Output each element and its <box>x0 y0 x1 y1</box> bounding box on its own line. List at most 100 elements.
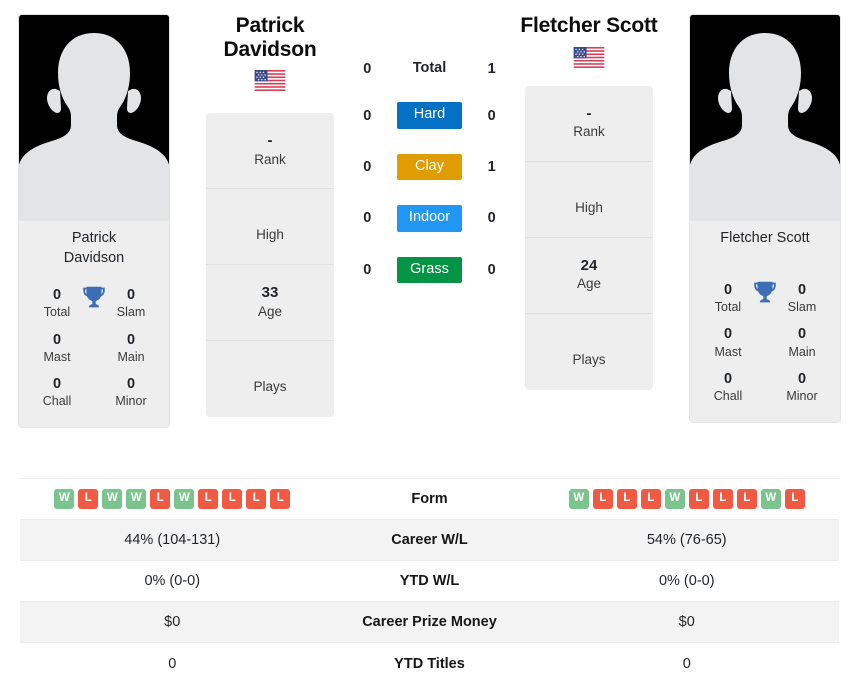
h2h-right-indoor: 0 <box>487 210 496 227</box>
titles-chall-value: 0 <box>52 375 62 392</box>
h2h-left-grass: 0 <box>363 261 372 278</box>
titles-minor-right: 0 Minor <box>776 370 828 404</box>
form-badge-win: W <box>760 489 781 509</box>
h2h-row-indoor: 0 Indoor 0 <box>354 205 506 232</box>
titles-mast-label: Mast <box>43 349 71 364</box>
titles-chall-left: 0 Chall <box>31 375 83 409</box>
titles-chall-label: Chall <box>713 388 743 403</box>
ytd-titles-right: 0 <box>682 655 691 672</box>
avatar-name-left-line2: Davidson <box>63 249 125 266</box>
titles-row: 0 Chall 0 Minor <box>690 366 840 410</box>
h2h-label-total: Total <box>412 60 447 76</box>
titles-chall-label: Chall <box>42 394 72 408</box>
form-badge-win: W <box>102 489 123 509</box>
ytd-wl-right: 0% (0-0) <box>658 573 715 589</box>
form-badge-loss: L <box>688 489 709 509</box>
form-strip-right: WLLLWLLLWL <box>568 489 805 509</box>
detail-rank-right: - Rank <box>525 86 653 162</box>
row-label-career-prize-money: Career Prize Money <box>362 614 497 630</box>
titles-main-label: Main <box>788 344 816 359</box>
table-row-form: WLWWLWLLLL Form WLLLWLLLWL <box>20 479 839 520</box>
h2h-left-total: 0 <box>363 60 372 77</box>
detail-rank-label: Rank <box>573 124 605 140</box>
titles-slam-value: 0 <box>797 282 807 298</box>
titles-total-label: Total <box>714 300 742 315</box>
titles-slam-right: 0 Slam <box>776 281 828 315</box>
titles-total-value: 0 <box>52 287 62 304</box>
titles-main-value: 0 <box>126 331 136 348</box>
avatar-name-right: Fletcher Scott <box>690 221 840 273</box>
h2h-row-hard: 0 Hard 0 <box>354 102 506 129</box>
detail-plays-right: Plays <box>525 314 653 390</box>
avatar-name-right-line1: Fletcher Scott <box>720 230 810 246</box>
h2h-row-grass: 0 Grass 0 <box>354 256 506 283</box>
titles-main-left: 0 Main <box>105 331 157 365</box>
titles-row: 0 Mast 0 Main <box>690 321 840 365</box>
player-comparison-page: Patrick Davidson 0 Total 0 Slam 0 Mast 0… <box>0 0 859 689</box>
form-badge-win: W <box>664 489 685 509</box>
h2h-label-grass: Grass <box>397 256 462 283</box>
detail-age-left: 33 Age <box>206 265 334 342</box>
titles-minor-value: 0 <box>126 375 136 392</box>
table-row-career-prize-money: $0 Career Prize Money $0 <box>20 602 839 643</box>
titles-main-label: Main <box>117 349 145 364</box>
detail-high-value <box>210 207 330 226</box>
form-badge-loss: L <box>592 489 613 509</box>
detail-rank-left: - Rank <box>206 113 334 190</box>
form-left: WLWWLWLLLL <box>20 489 325 509</box>
player-info-right: Fletcher Scott - Rank High 24 Age Plays <box>513 14 665 390</box>
detail-high-right: High <box>525 162 653 238</box>
comparison-table: WLWWLWLLLL Form WLLLWLLLWL 44% (104-131)… <box>20 478 839 684</box>
detail-age-right: 24 Age <box>525 238 653 314</box>
form-badge-win: W <box>174 489 195 509</box>
h2h-label-hard: Hard <box>397 102 462 129</box>
player-info-left: Patrick Davidson - Rank High 33 Age Play… <box>194 14 346 418</box>
titles-mast-right: 0 Mast <box>702 325 754 359</box>
h2h-left-clay: 0 <box>363 158 372 175</box>
h2h-label-indoor: Indoor <box>397 205 462 232</box>
player-card-left[interactable]: Patrick Davidson 0 Total 0 Slam 0 Mast 0… <box>18 14 170 429</box>
us-flag-icon <box>573 46 605 68</box>
player-details-left: - Rank High 33 Age Plays <box>206 113 334 418</box>
h2h-right-total: 1 <box>487 60 496 77</box>
avatar-name-left-line1: Patrick <box>71 230 117 246</box>
form-badge-loss: L <box>640 489 661 509</box>
form-badge-win: W <box>126 489 147 509</box>
titles-slam-left: 0 Slam <box>105 286 157 320</box>
row-label-career-wl: Career W/L <box>391 532 468 548</box>
h2h-right-clay: 1 <box>487 158 496 175</box>
detail-high-value <box>529 180 649 199</box>
titles-row: 0 Total 0 Slam <box>19 282 169 326</box>
form-badge-loss: L <box>270 489 291 509</box>
h2h-left-hard: 0 <box>363 107 372 124</box>
player-name-left-line1: Patrick <box>235 14 305 37</box>
titles-slam-label: Slam <box>787 300 817 315</box>
h2h-row-clay: 0 Clay 1 <box>354 153 506 181</box>
h2h-label-clay: Clay <box>397 153 462 181</box>
detail-age-value: 24 <box>580 256 598 274</box>
row-label-ytd-wl: YTD W/L <box>399 573 460 589</box>
titles-minor-label: Minor <box>786 388 818 403</box>
form-badge-loss: L <box>246 489 267 509</box>
detail-age-value: 33 <box>261 284 279 302</box>
titles-minor-left: 0 Minor <box>105 375 157 409</box>
detail-high-label: High <box>256 227 284 243</box>
titles-chall-value: 0 <box>723 370 733 387</box>
detail-plays-left: Plays <box>206 341 334 417</box>
form-badge-loss: L <box>222 489 243 509</box>
titles-row: 0 Chall 0 Minor <box>19 371 169 415</box>
h2h-row-total: 0 Total 1 <box>354 60 506 77</box>
detail-plays-label: Plays <box>253 379 287 395</box>
player-card-right[interactable]: Fletcher Scott 0 Total 0 Slam 0 Mast 0 M… <box>689 14 841 424</box>
detail-plays-value <box>529 332 649 351</box>
ytd-titles-left: 0 <box>168 655 177 672</box>
titles-main-value: 0 <box>797 326 807 343</box>
detail-age-label: Age <box>576 276 602 292</box>
h2h-right-grass: 0 <box>487 261 496 278</box>
form-badge-loss: L <box>150 489 171 509</box>
titles-mast-label: Mast <box>714 344 742 359</box>
detail-high-left: High <box>206 189 334 266</box>
form-badge-loss: L <box>198 489 219 509</box>
detail-plays-value <box>210 359 330 378</box>
avatar-left <box>19 15 169 221</box>
